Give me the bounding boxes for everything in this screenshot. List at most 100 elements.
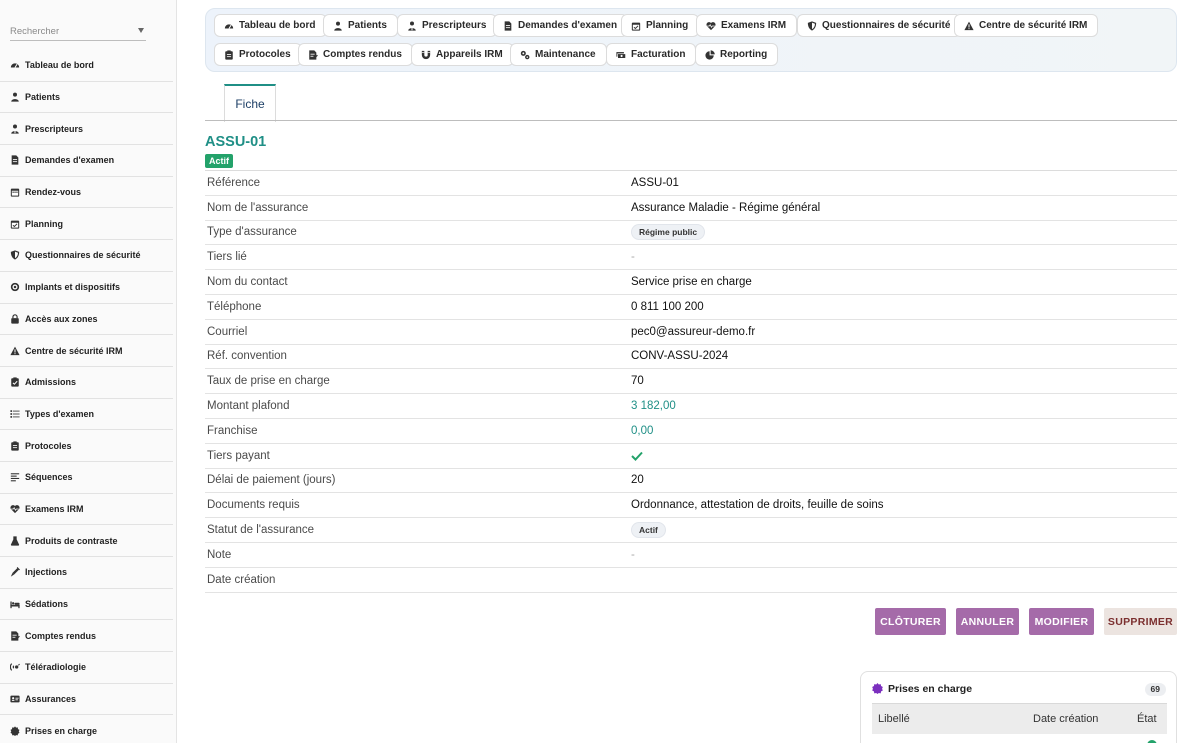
shortcut-facturation[interactable]: Facturation	[606, 43, 697, 66]
field-row-telephone: Téléphone 0 811 100 200	[205, 295, 1177, 320]
sidebar-item-label: Comptes rendus	[25, 630, 97, 641]
delete-button[interactable]: SUPPRIMER	[1104, 608, 1177, 635]
close-button[interactable]: CLÔTURER	[875, 608, 946, 635]
column-header-date-creation[interactable]: Date création	[1033, 713, 1098, 725]
sidebar-item-planning[interactable]: Planning	[0, 208, 173, 241]
sidebar-item-sequences[interactable]: Séquences	[0, 462, 173, 494]
warning-icon	[964, 21, 974, 31]
shortcut-comptes-rendus[interactable]: Comptes rendus	[298, 43, 413, 66]
field-label: Type d'assurance	[207, 226, 297, 239]
shortcut-prescripteurs[interactable]: Prescripteurs	[397, 14, 498, 37]
search-select[interactable]: Rechercher	[10, 22, 146, 41]
shortcut-questionnaires-de-securite[interactable]: Questionnaires de sécurité	[797, 14, 962, 37]
column-header-libelle[interactable]: Libellé	[878, 713, 910, 725]
sidebar-item-assurances[interactable]: Assurances	[0, 684, 173, 716]
sidebar-item-admissions[interactable]: Admissions	[0, 367, 173, 399]
sidebar-item-implants-et-dispositifs[interactable]: Implants et dispositifs	[0, 272, 173, 304]
sidebar-item-produits-de-contraste[interactable]: Produits de contraste	[0, 525, 173, 557]
field-row-date-creation: Date création	[205, 568, 1177, 593]
field-label: Tiers lié	[207, 251, 247, 264]
shortcut-examens-irm[interactable]: Examens IRM	[696, 14, 798, 37]
satellite-icon	[10, 662, 20, 672]
dashboard-icon	[10, 60, 20, 70]
sidebar-item-comptes-rendus[interactable]: Comptes rendus	[0, 620, 173, 653]
field-value: 70	[631, 375, 644, 388]
field-row-type-d-assurance: Type d'assurance Régime public	[205, 221, 1177, 246]
cancel-button[interactable]: ANNULER	[956, 608, 1019, 635]
heart-pulse-icon	[10, 504, 20, 514]
field-label: Référence	[207, 176, 261, 189]
sidebar-item-types-d-examen[interactable]: Types d'examen	[0, 399, 173, 431]
sidebar-item-teleradiologie[interactable]: Téléradiologie	[0, 652, 173, 684]
field-row-nom-du-contact: Nom du contact Service prise en charge	[205, 270, 1177, 295]
field-value: 20	[631, 474, 644, 487]
shortcut-label: Reporting	[720, 49, 768, 60]
tab-divider	[205, 120, 1177, 121]
sidebar-item-label: Prescripteurs	[25, 123, 84, 134]
sidebar-item-label: Types d'examen	[25, 408, 95, 419]
field-row-courriel: Courriel pec0@assureur-demo.fr	[205, 320, 1177, 345]
calendar-check-icon	[10, 219, 20, 229]
list-icon	[10, 409, 20, 419]
field-value: 0,00	[631, 424, 654, 437]
shortcut-demandes-d-examen[interactable]: Demandes d'examen	[493, 14, 629, 37]
sidebar-item-injections[interactable]: Injections	[0, 557, 173, 589]
sidebar-item-patients[interactable]: Patients	[0, 82, 173, 114]
sidebar-item-prescripteurs[interactable]: Prescripteurs	[0, 113, 173, 146]
sidebar-item-label: Assurances	[25, 694, 77, 705]
shortcut-planning[interactable]: Planning	[621, 14, 700, 37]
shortcut-patients[interactable]: Patients	[323, 14, 398, 37]
tab-fiche[interactable]: Fiche	[224, 84, 276, 122]
sidebar-nav: Tableau de bord Patients Prescripteurs Dema…	[0, 50, 173, 743]
sidebar-item-acces-aux-zones[interactable]: Accès aux zones	[0, 304, 173, 336]
sidebar-item-demandes-d-examen[interactable]: Demandes d'examen	[0, 145, 173, 177]
sidebar-item-prises-en-charge[interactable]: Prises en charge	[0, 715, 173, 743]
field-row-reference: Référence ASSU-01	[205, 171, 1177, 196]
shortcut-appareils-irm[interactable]: Appareils IRM	[411, 43, 514, 66]
sidebar-item-label: Sédations	[25, 599, 69, 610]
sidebar-item-rendez-vous[interactable]: Rendez-vous	[0, 177, 173, 209]
sidebar-item-sedations[interactable]: Sédations	[0, 589, 173, 621]
field-row-ref-convention: Réf. convention CONV-ASSU-2024	[205, 345, 1177, 370]
module-shortcut-bar: Tableau de bord Patients Prescripteurs Dema…	[205, 8, 1177, 72]
sidebar-item-centre-de-securite-irm[interactable]: Centre de sécurité IRM	[0, 335, 173, 367]
shortcut-label: Demandes d'examen	[518, 20, 618, 31]
sidebar-item-tableau-de-bord[interactable]: Tableau de bord	[0, 50, 173, 82]
sidebar-item-label: Rendez-vous	[25, 187, 82, 198]
shortcut-label: Appareils IRM	[436, 49, 503, 60]
column-header-etat[interactable]: État	[1137, 713, 1157, 725]
sidebar-item-label: Injections	[25, 567, 68, 578]
field-label: Montant plafond	[207, 400, 290, 413]
shortcut-tableau-de-bord[interactable]: Tableau de bord	[214, 14, 327, 37]
syringe-icon	[10, 567, 20, 577]
field-label: Nom du contact	[207, 276, 288, 289]
field-label: Statut de l'assurance	[207, 524, 315, 537]
user-icon	[333, 21, 343, 31]
sidebar-item-questionnaires-de-securite[interactable]: Questionnaires de sécurité	[0, 240, 173, 272]
shortcut-centre-de-securite-irm[interactable]: Centre de sécurité IRM	[954, 14, 1099, 37]
field-row-statut-de-l-assurance: Statut de l'assurance Actif	[205, 518, 1177, 543]
table-row[interactable]	[872, 735, 1167, 743]
edit-button[interactable]: MODIFIER	[1029, 608, 1094, 635]
sidebar-item-protocoles[interactable]: Protocoles	[0, 430, 173, 462]
sidebar-item-label: Prises en charge	[25, 725, 98, 736]
value-pill: Actif	[631, 522, 666, 539]
field-value: -	[631, 548, 635, 561]
record-details: Référence ASSU-01 Nom de l'assurance Assura…	[205, 170, 1177, 593]
shortcut-protocoles[interactable]: Protocoles	[214, 43, 302, 66]
field-value: Ordonnance, attestation de droits, feuil…	[631, 499, 884, 512]
shortcut-label: Tableau de bord	[239, 20, 316, 31]
flask-icon	[10, 536, 20, 546]
field-row-delai-de-paiement-jours: Délai de paiement (jours) 20	[205, 469, 1177, 494]
sidebar-item-label: Produits de contraste	[25, 535, 118, 546]
record-title: ASSU-01	[205, 134, 267, 150]
chart-pie-icon	[705, 49, 715, 60]
chevron-down-icon[interactable]	[138, 28, 144, 33]
sidebar-item-examens-irm[interactable]: Examens IRM	[0, 494, 173, 526]
shortcut-maintenance[interactable]: Maintenance	[510, 43, 607, 66]
shortcut-reporting[interactable]: Reporting	[695, 43, 779, 66]
user-icon	[10, 92, 20, 102]
field-value: 3 182,00	[631, 400, 676, 413]
field-value: CONV-ASSU-2024	[631, 350, 729, 363]
bed-icon	[10, 599, 20, 609]
